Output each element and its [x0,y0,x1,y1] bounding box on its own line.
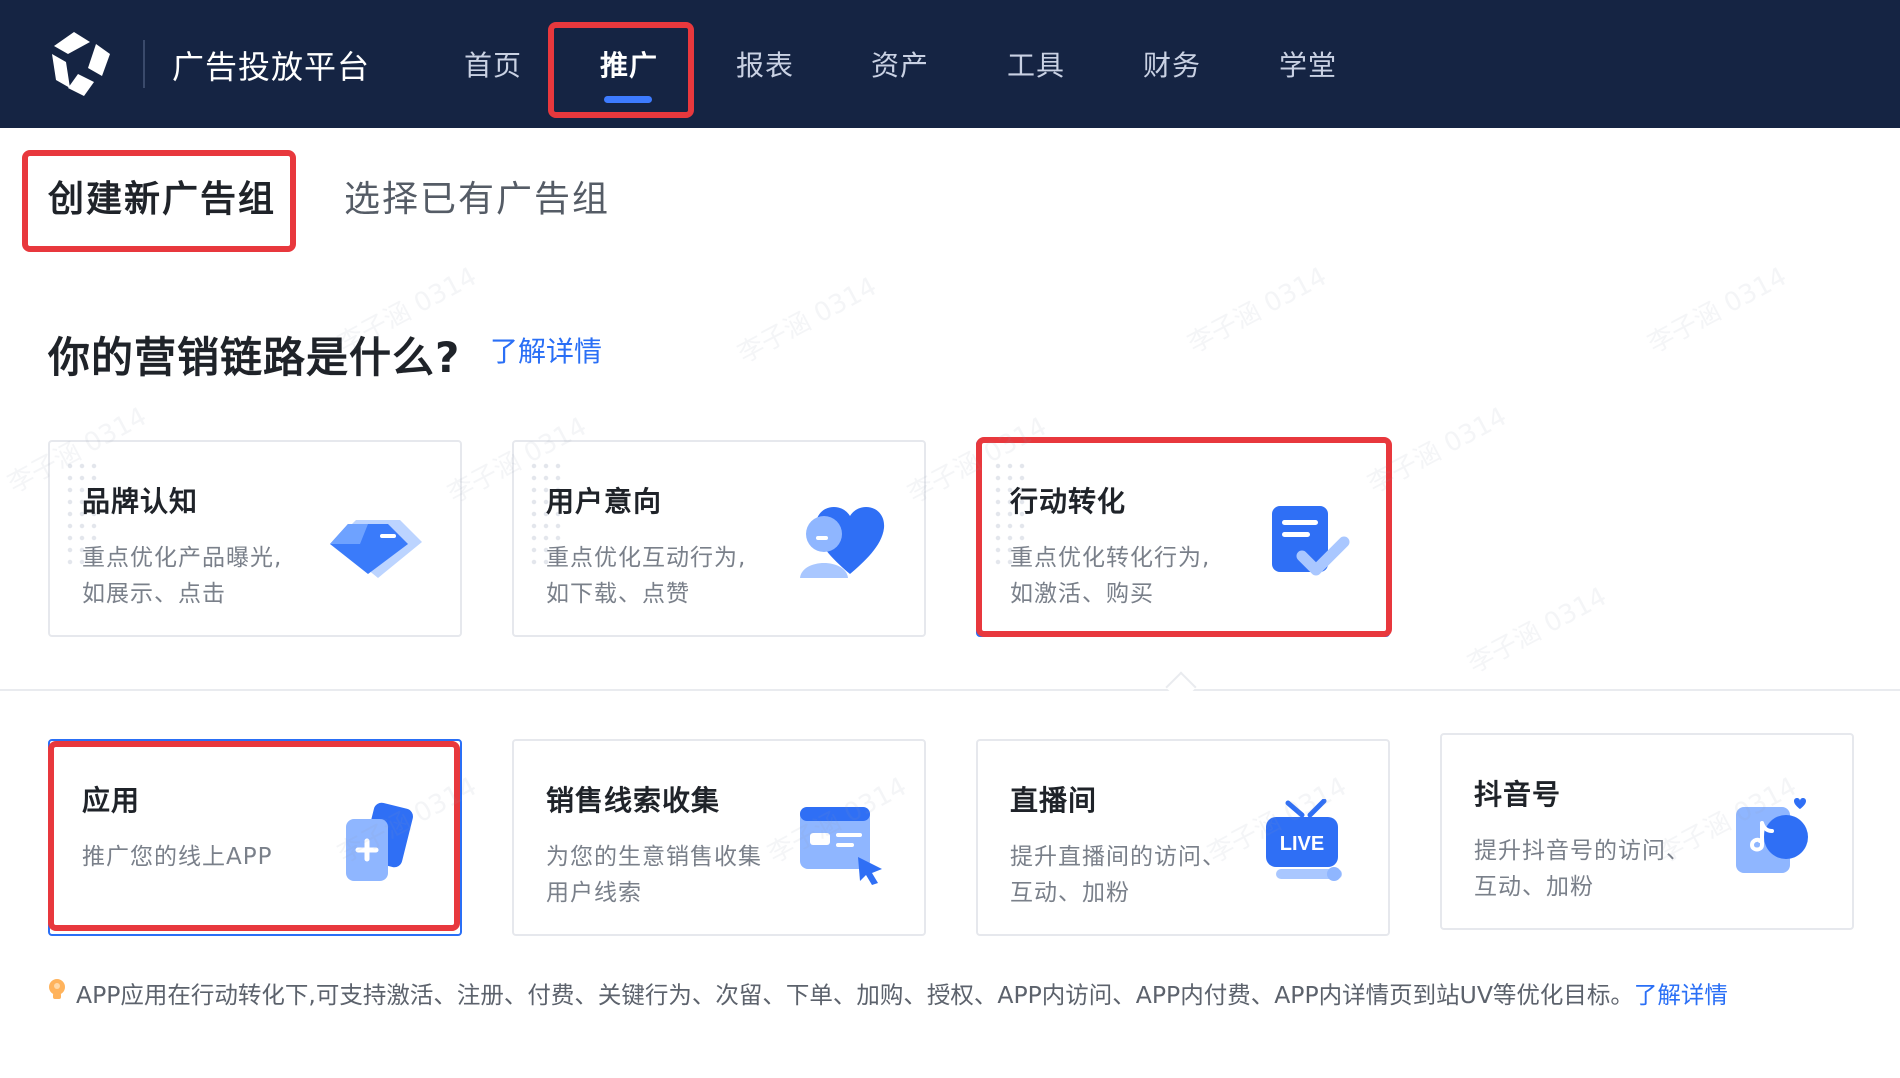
nav-item-home[interactable]: 首页 [464,44,522,84]
card-title: 直播间 [1010,784,1098,817]
douyin-icon [1736,798,1808,873]
card-description: 重点优化互动行为, [546,545,747,571]
tip-learn-more-link[interactable]: 了解详情 [1634,981,1728,1009]
learn-more-link[interactable]: 了解详情 [490,330,602,370]
nav-active-indicator [604,96,652,103]
platform-logo-icon[interactable] [44,30,116,98]
card-description: 如激活、购买 [1010,581,1154,607]
nav-item-assets[interactable]: 资产 [871,44,929,84]
nav-item-tools[interactable]: 工具 [1007,44,1065,84]
card-title: 应用 [82,784,141,817]
card-description: 为您的生意销售收集 [546,844,762,870]
watermark: 李子涵 0314 [733,271,882,370]
card-description: 重点优化产品曝光, [82,545,283,571]
nav-item-reports[interactable]: 报表 [736,44,794,84]
goal-card-user-intent[interactable]: 用户意向 重点优化互动行为, 如下载、点赞 [512,440,926,637]
card-title: 抖音号 [1474,778,1562,811]
live-tv-icon: LIVE [1266,799,1342,881]
watermark: 李子涵 0314 [1183,261,1332,360]
goal-card-action-conversion[interactable]: 行动转化 重点优化转化行为, 如激活、购买 [976,440,1390,637]
card-description: 提升直播间的访问、 [1010,844,1226,870]
optimization-tip: APP应用在行动转化下,可支持激活、注册、付费、关键行为、次留、下单、加购、授权… [76,976,1728,1010]
card-description: 提升抖音号的访问、 [1474,838,1690,864]
platform-title: 广告投放平台 [172,48,371,86]
target-card-sales-leads[interactable]: 销售线索收集 为您的生意销售收集 用户线索 [512,739,926,936]
heart-user-icon [800,506,885,578]
top-navigation-bar: 广告投放平台 首页 推广 报表 资产 工具 财务 学堂 [0,0,1900,128]
app-add-icon [346,802,413,881]
document-check-icon [1272,506,1350,576]
card-description: 互动、加粉 [1474,874,1594,900]
section-divider [0,689,1900,691]
card-description: 如下载、点赞 [546,581,690,607]
nav-item-academy[interactable]: 学堂 [1279,44,1337,84]
target-card-douyin-account[interactable]: 抖音号 提升抖音号的访问、 互动、加粉 [1440,733,1854,930]
tab-create-new-ad-group[interactable]: 创建新广告组 [48,170,276,222]
card-title: 销售线索收集 [546,784,721,817]
watermark: 李子涵 0314 [1643,261,1792,360]
card-description: 互动、加粉 [1010,880,1130,906]
tab-select-existing-ad-group[interactable]: 选择已有广告组 [344,170,610,222]
marketing-path-question: 你的营销链路是什么? [48,333,461,382]
card-description: 用户线索 [546,880,642,906]
watermark: 李子涵 0314 [1463,581,1612,680]
card-title: 行动转化 [1010,485,1127,518]
selection-pointer [1165,671,1197,703]
form-cursor-icon [800,807,882,885]
card-description: 推广您的线上APP [82,844,273,870]
card-title: 用户意向 [546,485,663,518]
tip-text: APP应用在行动转化下,可支持激活、注册、付费、关键行为、次留、下单、加购、授权… [76,981,1634,1009]
nav-item-promotion[interactable]: 推广 [600,44,658,84]
lightbulb-icon [49,979,65,999]
logo-divider [143,40,145,88]
card-title: 品牌认知 [82,485,199,518]
nav-item-finance[interactable]: 财务 [1143,44,1201,84]
svg-text:LIVE: LIVE [1280,833,1324,855]
goal-card-brand-awareness[interactable]: 品牌认知 重点优化产品曝光, 如展示、点击 [48,440,462,637]
diamond-icon [330,520,422,578]
card-description: 重点优化转化行为, [1010,545,1211,571]
target-card-live-room[interactable]: 直播间 提升直播间的访问、 互动、加粉 LIVE [976,739,1390,936]
target-card-app[interactable]: 应用 推广您的线上APP [48,739,462,936]
card-description: 如展示、点击 [82,581,226,607]
